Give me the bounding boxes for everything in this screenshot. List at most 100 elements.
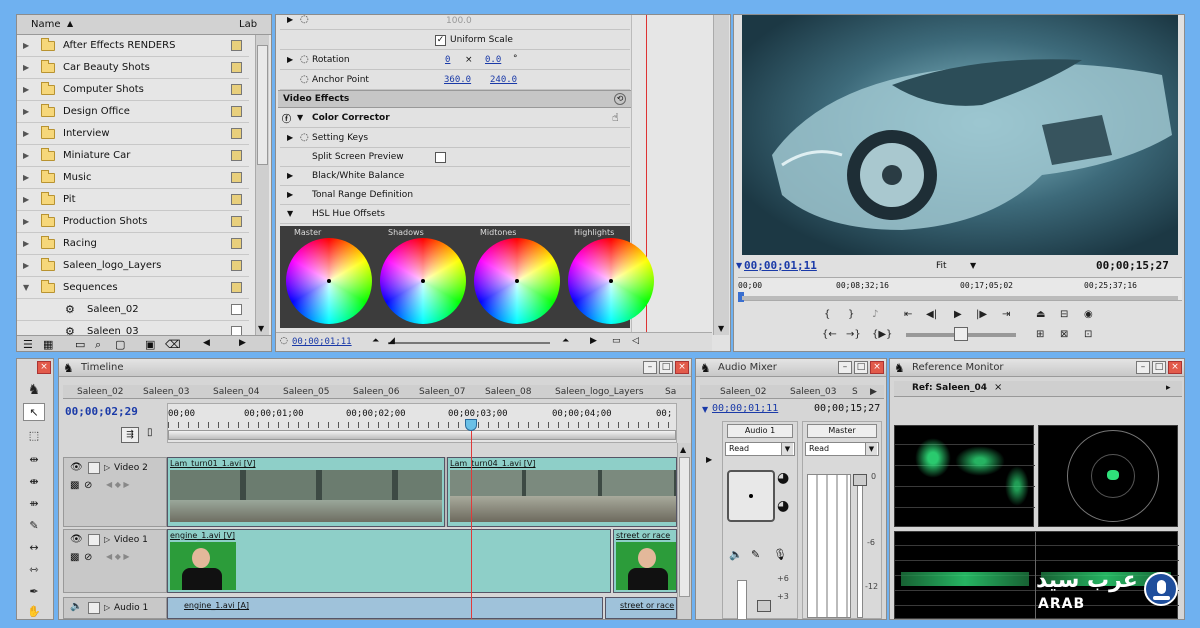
scale-value[interactable]: 100.0 [446, 16, 472, 26]
project-item[interactable]: ▼ Sequences [17, 277, 249, 299]
mark-out-icon[interactable]: } [848, 309, 854, 320]
effects-scrollbar[interactable]: ▼ [713, 15, 729, 335]
expand-icon[interactable]: ▶ [23, 123, 29, 145]
zoom-out-icon[interactable]: ⏶ [372, 336, 379, 346]
close-icon[interactable]: × [37, 361, 51, 374]
collapse-icon[interactable]: ▼ [297, 113, 303, 122]
display-style-icon[interactable]: ▩ [70, 480, 79, 491]
pan-knob-icon[interactable]: ◕ [777, 470, 789, 486]
clip-lam-turn04[interactable]: Lam_turn04_1.avi [V] [447, 457, 677, 527]
scroll-up-icon[interactable]: ▲ [680, 445, 686, 454]
insert-icon[interactable]: ⊞ [1036, 329, 1044, 340]
slide-icon[interactable]: ⇿ [23, 561, 45, 579]
timeline-tab[interactable]: Saleen_03 [143, 385, 189, 399]
expand-icon[interactable]: ▶ [287, 15, 293, 24]
collapse-icon[interactable]: ▷ [104, 603, 110, 612]
minimize-icon[interactable]: – [643, 361, 657, 374]
speaker-icon[interactable]: 🔈 [70, 601, 82, 612]
pan-pad[interactable] [727, 470, 775, 522]
go-prev-marker-icon[interactable]: {← [822, 329, 837, 340]
midtones-hue-wheel[interactable] [474, 238, 560, 324]
close-icon[interactable]: × [870, 361, 884, 374]
project-item[interactable]: ▶ Miniature Car [17, 145, 249, 167]
rolling-edit-icon[interactable]: ⇼ [23, 473, 45, 491]
new-item-icon[interactable]: ▣ [145, 338, 155, 351]
expand-icon[interactable]: ▶ [23, 233, 29, 255]
collapse-icon[interactable]: ▷ [104, 535, 110, 544]
monitor-zoom-bar[interactable] [742, 296, 1178, 300]
close-icon[interactable]: × [675, 361, 689, 374]
clear-icon[interactable]: ⌫ [165, 338, 181, 351]
maximize-icon[interactable]: □ [659, 361, 673, 374]
expand-icon[interactable]: ▶ [23, 35, 29, 57]
zoom-in-icon[interactable]: ⏶ [562, 336, 569, 346]
expand-icon[interactable]: ▶ [23, 189, 29, 211]
audio1-automation-select[interactable]: Read ▼ [725, 442, 795, 456]
expand-icon[interactable]: ▶ [287, 133, 293, 142]
mixer-marker-icon[interactable]: ▼ [702, 405, 708, 414]
scroll-thumb[interactable] [257, 45, 268, 165]
clip-lam-turn01[interactable]: Lam_turn01_1.avi [V] [167, 457, 445, 527]
pen-icon[interactable]: ✒ [23, 583, 45, 601]
timeline-tab[interactable]: Saleen_04 [213, 385, 259, 399]
mixer-tc-left[interactable]: 00;00;01;11 [712, 403, 778, 414]
clip-street-race-video[interactable]: street or race [613, 529, 677, 593]
zoom-slider[interactable] [388, 342, 550, 344]
expand-icon[interactable]: ▶ [23, 145, 29, 167]
trim-icon[interactable]: ⊡ [1084, 329, 1092, 340]
lock-box[interactable] [88, 602, 100, 614]
lock-box[interactable] [88, 462, 100, 474]
balance-knob-icon[interactable]: ◕ [777, 498, 789, 514]
master-fader-handle[interactable] [853, 474, 867, 486]
timeline-playhead[interactable] [471, 423, 472, 619]
project-item[interactable]: ⚙ Saleen_02 [17, 299, 249, 321]
timeline-scrollbar[interactable]: ▲ [677, 443, 691, 619]
mute-speaker-icon[interactable]: 🔈 [729, 548, 743, 561]
project-scrollbar[interactable]: ▼ [255, 35, 269, 335]
split-screen-checkbox[interactable] [435, 152, 446, 163]
audio1-fader-handle[interactable] [757, 600, 771, 612]
expand-icon[interactable]: ▶ [287, 190, 293, 199]
monitor-current-tc[interactable]: 00;00;01;11 [744, 259, 817, 272]
fx-enabled-icon[interactable]: ⓕ [282, 112, 291, 125]
master-hue-wheel[interactable] [286, 238, 372, 324]
loop-icon[interactable]: ▭ [612, 336, 621, 346]
hand-icon[interactable]: ☝ [612, 111, 619, 124]
minimize-icon[interactable]: – [838, 361, 852, 374]
collapse-icon[interactable]: ▼ [23, 277, 29, 299]
project-item[interactable]: ▶ Saleen_logo_Layers [17, 255, 249, 277]
rotation-revolutions[interactable]: 0 [445, 55, 450, 65]
maximize-icon[interactable]: □ [854, 361, 868, 374]
project-item[interactable]: ▶ Computer Shots [17, 79, 249, 101]
scroll-down-icon[interactable]: ▼ [718, 324, 724, 333]
new-bin-icon[interactable]: ▢ [115, 338, 125, 351]
master-automation-select[interactable]: Read ▼ [805, 442, 879, 456]
clip-street-race-audio[interactable]: street or race [605, 597, 677, 619]
tab-saleen-02[interactable]: Saleen_02 [720, 385, 766, 399]
collapse-icon[interactable]: ▼ [287, 209, 293, 218]
go-next-marker-icon[interactable]: →} [846, 329, 861, 340]
col-label-header[interactable]: Lab [239, 19, 257, 30]
step-back-icon[interactable]: ◀| [926, 309, 937, 320]
close-icon[interactable]: × [1168, 361, 1182, 374]
playhead-handle[interactable] [465, 419, 477, 431]
zoom-handle[interactable]: ◢ [388, 336, 395, 346]
scroll-thumb[interactable] [679, 457, 690, 597]
eye-icon[interactable]: 👁 [70, 534, 83, 545]
range-select-icon[interactable]: ⬚ [23, 427, 45, 445]
collapse-icon[interactable]: ▷ [104, 463, 110, 472]
play-icon[interactable]: ▶ [954, 309, 962, 320]
toggle-icon[interactable]: ◁ [632, 336, 639, 346]
automate-icon[interactable]: ▭ [75, 338, 85, 351]
project-item[interactable]: ▶ Music [17, 167, 249, 189]
stopwatch-icon[interactable]: ◌ [300, 54, 309, 65]
anchor-y[interactable]: 240.0 [490, 75, 517, 85]
go-in-icon[interactable]: ⇤ [904, 309, 912, 320]
project-item[interactable]: ▶ Design Office [17, 101, 249, 123]
timeline-tab[interactable]: Saleen_08 [485, 385, 531, 399]
eye-icon[interactable]: 👁 [70, 462, 83, 473]
scroll-right-icon[interactable]: ▶ [239, 338, 246, 348]
audio1-fader-track[interactable] [737, 580, 747, 619]
effects-timecode[interactable]: 00;00;01;11 [292, 337, 352, 347]
marker-icon[interactable]: ▯ [147, 427, 153, 438]
